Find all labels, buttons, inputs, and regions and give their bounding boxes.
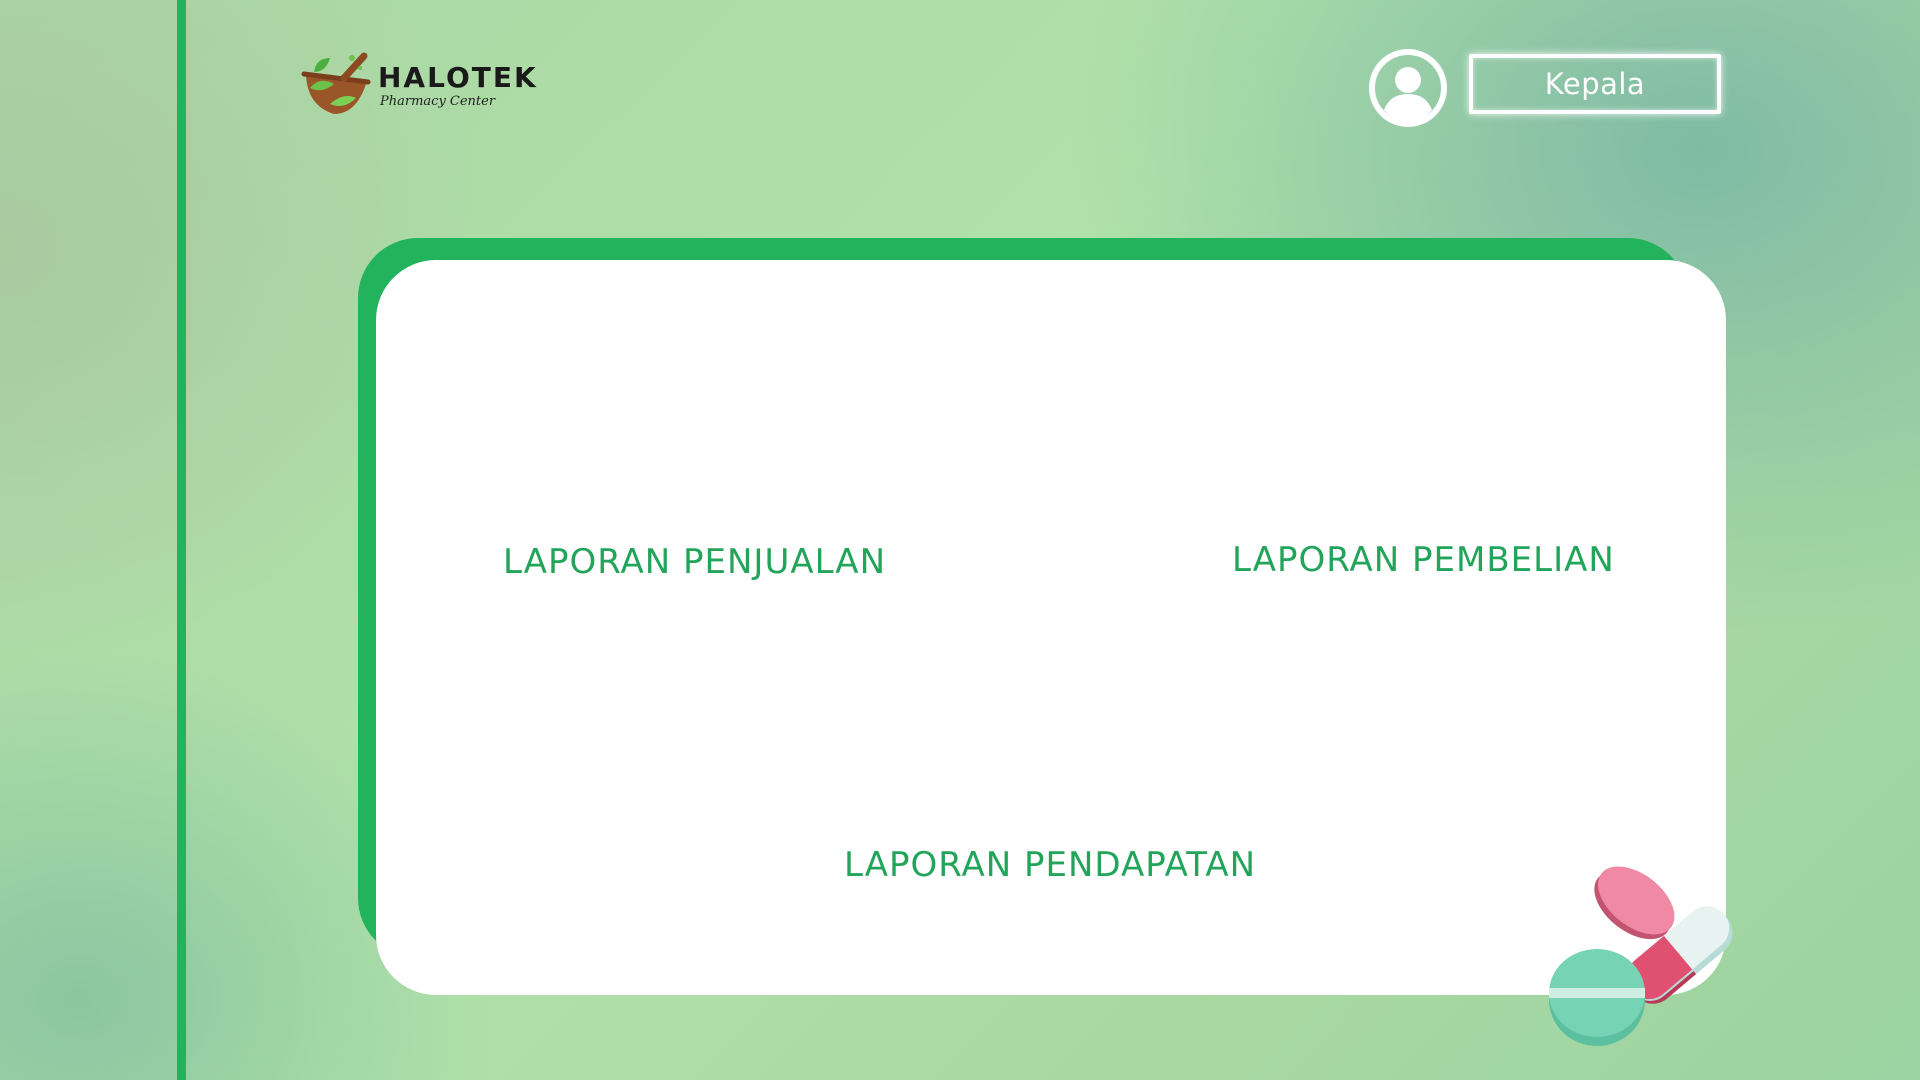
mortar-pestle-leaf-icon bbox=[301, 52, 371, 114]
brand-logo: HALOTEK Pharmacy Center bbox=[300, 48, 540, 120]
brand-subtitle: Pharmacy Center bbox=[380, 94, 496, 109]
brand-title: HALOTEK bbox=[378, 61, 538, 94]
laporan-penjualan-link[interactable]: LAPORAN PENJUALAN bbox=[503, 545, 886, 579]
laporan-pendapatan-link[interactable]: LAPORAN PENDAPATAN bbox=[844, 848, 1256, 882]
user-role-button[interactable]: Kepala bbox=[1469, 54, 1721, 114]
user-circle-icon[interactable] bbox=[1368, 48, 1448, 128]
laporan-pembelian-link[interactable]: LAPORAN PEMBELIAN bbox=[1232, 543, 1615, 577]
sidebar-divider-line bbox=[177, 0, 186, 1080]
pills-capsule-icon bbox=[1549, 866, 1733, 1046]
